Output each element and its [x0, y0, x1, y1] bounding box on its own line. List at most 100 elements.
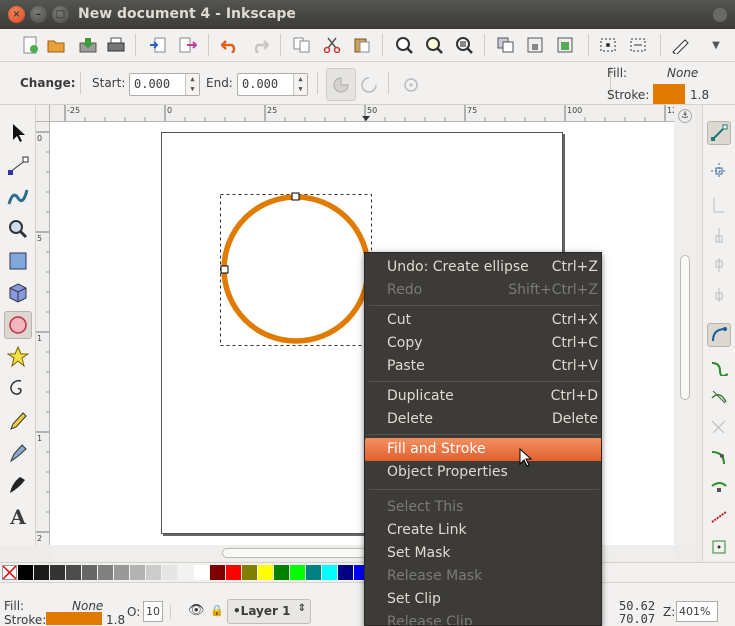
chevron-down-icon[interactable]: ▼	[706, 35, 726, 55]
circle-object[interactable]	[221, 194, 371, 344]
menu-item-object-properties[interactable]: Object Properties	[365, 461, 601, 484]
status-stroke-swatch[interactable]	[46, 612, 102, 625]
snap-cusp-nodes-icon[interactable]	[707, 415, 731, 439]
menu-item-select-this[interactable]: Select This	[365, 496, 601, 519]
zoom-tool-icon[interactable]	[4, 215, 32, 243]
spiral-tool-icon[interactable]	[4, 375, 32, 403]
vertical-scrollbar[interactable]: ⚓	[674, 105, 696, 545]
snap-bbox-edge-icon[interactable]	[707, 193, 731, 217]
snap-paths-icon[interactable]	[707, 355, 731, 379]
snap-intersections-icon[interactable]	[707, 385, 731, 409]
color-swatch[interactable]	[18, 565, 33, 580]
new-document-icon[interactable]	[20, 35, 40, 55]
color-swatch[interactable]	[50, 565, 65, 580]
group-icon[interactable]	[496, 35, 516, 55]
color-swatch[interactable]	[130, 565, 145, 580]
color-swatch[interactable]	[162, 565, 177, 580]
undo-icon[interactable]	[220, 35, 240, 55]
selected-style-indicator[interactable]: Fill: None Stroke: 1.8	[597, 62, 727, 105]
color-swatch[interactable]	[322, 565, 337, 580]
paste-icon[interactable]	[352, 35, 372, 55]
copy-icon[interactable]	[292, 35, 312, 55]
color-swatch[interactable]	[306, 565, 321, 580]
opacity-input[interactable]: 10	[143, 601, 163, 622]
lock-icon[interactable]	[526, 35, 546, 55]
menu-item-redo[interactable]: Redo Shift+Ctrl+Z	[365, 279, 601, 302]
color-swatch[interactable]	[146, 565, 161, 580]
menu-item-cut[interactable]: Cut Ctrl+X	[365, 309, 601, 332]
fill-stroke-icon[interactable]	[670, 35, 690, 55]
menu-item-create-link[interactable]: Create Link	[365, 519, 601, 542]
redo-icon[interactable]	[250, 35, 270, 55]
stroke-color-swatch[interactable]	[653, 84, 685, 104]
menu-item-delete[interactable]: Delete Delete	[365, 408, 601, 431]
3d-box-tool-icon[interactable]	[4, 279, 32, 307]
open-icon[interactable]	[46, 35, 66, 55]
menu-item-copy[interactable]: Copy Ctrl+C	[365, 332, 601, 355]
radius-handle[interactable]	[291, 192, 300, 201]
horizontal-scroll-thumb[interactable]	[222, 548, 367, 558]
lock-layer-icon[interactable]: 🔒	[210, 604, 224, 617]
snap-bbox-midpoint-icon[interactable]	[707, 253, 731, 277]
whole-ellipse-button[interactable]	[326, 68, 356, 101]
selector-tool-icon[interactable]	[4, 119, 32, 147]
calligraphy-tool-icon[interactable]	[4, 471, 32, 499]
node-tool-icon[interactable]	[4, 151, 32, 179]
color-swatch[interactable]	[194, 565, 209, 580]
text-tool-icon[interactable]: A	[4, 503, 32, 531]
print-icon[interactable]	[106, 35, 126, 55]
color-swatch[interactable]	[338, 565, 353, 580]
tweak-tool-icon[interactable]	[4, 183, 32, 211]
end-spin-button[interactable]: ▲ ▼	[293, 74, 307, 95]
snap-guides-icon[interactable]	[707, 505, 731, 529]
snap-midpoints-icon[interactable]	[707, 475, 731, 499]
make-whole-button[interactable]	[400, 74, 422, 96]
color-swatch[interactable]	[274, 565, 289, 580]
snap-page-border-icon[interactable]	[707, 535, 731, 559]
star-tool-icon[interactable]	[4, 343, 32, 371]
color-swatch[interactable]	[258, 565, 273, 580]
snap-bbox-corner-icon[interactable]	[707, 223, 731, 247]
pen-tool-icon[interactable]	[4, 439, 32, 467]
menu-item-paste[interactable]: Paste Ctrl+V	[365, 355, 601, 378]
visibility-eye-icon[interactable]: 👁	[188, 603, 205, 618]
snap-smooth-nodes-icon[interactable]	[707, 445, 731, 469]
vertical-scroll-thumb[interactable]	[680, 255, 690, 400]
close-window-button[interactable]: ×	[8, 6, 25, 23]
lock-guides-icon[interactable]: ⚓	[678, 109, 692, 123]
radius-handle[interactable]	[220, 265, 229, 274]
color-swatch[interactable]	[114, 565, 129, 580]
no-paint-swatch[interactable]	[2, 565, 17, 580]
end-input[interactable]: 0.000 ▲ ▼	[237, 73, 308, 96]
menu-item-set-mask[interactable]: Set Mask	[365, 542, 601, 565]
menu-item-set-clip[interactable]: Set Clip	[365, 588, 601, 611]
color-swatch[interactable]	[82, 565, 97, 580]
zoom-selection-icon[interactable]	[394, 35, 414, 55]
menu-item-fill-and-stroke[interactable]: Fill and Stroke	[365, 438, 601, 461]
color-swatch[interactable]	[290, 565, 305, 580]
color-swatch[interactable]	[226, 565, 241, 580]
arc-button[interactable]	[358, 74, 380, 96]
minimize-window-button[interactable]: –	[30, 6, 47, 23]
color-swatch[interactable]	[178, 565, 193, 580]
zoom-input[interactable]: 401%	[676, 601, 718, 622]
color-swatch[interactable]	[98, 565, 113, 580]
ellipse-tool-icon[interactable]	[4, 311, 32, 339]
color-swatch[interactable]	[210, 565, 225, 580]
snap-enable-icon[interactable]	[707, 121, 731, 145]
align-icon[interactable]	[628, 35, 648, 55]
pencil-tool-icon[interactable]	[4, 407, 32, 435]
color-swatch[interactable]	[242, 565, 257, 580]
save-icon[interactable]	[78, 35, 98, 55]
menu-item-release-mask[interactable]: Release Mask	[365, 565, 601, 588]
menu-item-release-clip[interactable]: Release Clip	[365, 611, 601, 625]
snap-bbox-center-icon[interactable]	[707, 283, 731, 307]
import-icon[interactable]	[148, 35, 168, 55]
snap-bbox-icon[interactable]	[707, 159, 731, 183]
menu-item-undo[interactable]: Undo: Create ellipse Ctrl+Z	[365, 256, 601, 279]
layer-selector[interactable]: •Layer 1 ⇕	[227, 599, 311, 624]
start-input[interactable]: 0.000 ▲ ▼	[129, 73, 200, 96]
color-swatch[interactable]	[34, 565, 49, 580]
menu-item-duplicate[interactable]: Duplicate Ctrl+D	[365, 385, 601, 408]
cut-icon[interactable]	[322, 35, 342, 55]
